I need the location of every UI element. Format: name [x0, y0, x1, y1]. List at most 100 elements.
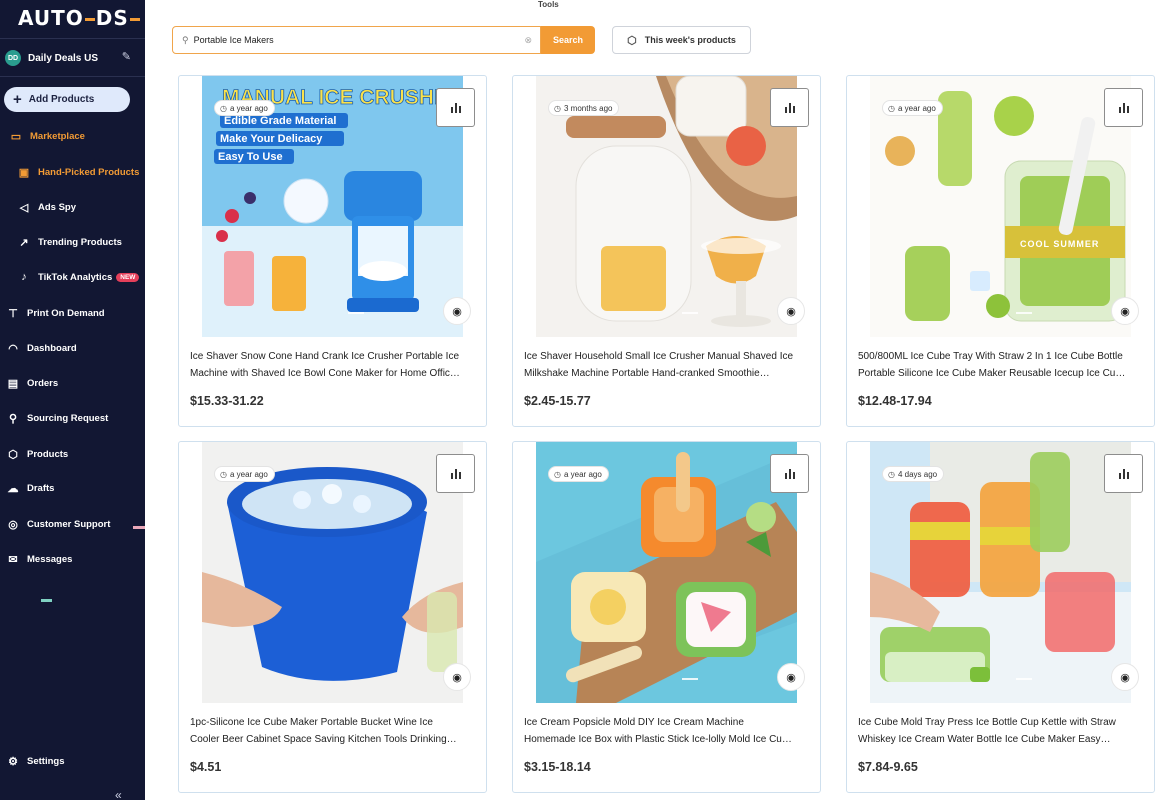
age-badge: ◷ a year ago: [548, 466, 609, 482]
sidebar-item-ads-spy[interactable]: ◁ Ads Spy: [0, 196, 145, 218]
product-price: $3.15-18.14: [524, 760, 591, 774]
trending-chart-icon: ↗: [19, 236, 29, 249]
clear-search-icon[interactable]: ⊗: [524, 35, 532, 46]
clock-icon: ◷: [554, 103, 561, 113]
cube-icon: ⬡: [8, 448, 18, 461]
pencil-icon[interactable]: ✎: [122, 50, 131, 63]
sidebar-item-hand-picked[interactable]: ▣ Hand-Picked Products: [0, 161, 145, 183]
stats-chart-button[interactable]: [1104, 454, 1143, 493]
sidebar-item-dashboard[interactable]: ◠ Dashboard: [0, 337, 145, 359]
stats-chart-button[interactable]: [770, 454, 809, 493]
sidebar-item-support[interactable]: ◎ Customer Support: [0, 513, 145, 535]
stats-chart-button[interactable]: [1104, 88, 1143, 127]
product-price: $12.48-17.94: [858, 394, 932, 408]
sidebar-item-orders[interactable]: ▤ Orders: [0, 372, 145, 394]
product-price: $15.33-31.22: [190, 394, 264, 408]
sidebar-item-products[interactable]: ⬡ Products: [0, 443, 145, 465]
product-title[interactable]: Ice Cube Mold Tray Press Ice Bottle Cup …: [858, 714, 1147, 748]
age-badge: ◷ 3 months ago: [548, 100, 620, 116]
svg-text:COOL SUMMER: COOL SUMMER: [1020, 239, 1099, 249]
sidebar-item-sourcing[interactable]: ⚲ Sourcing Request: [0, 407, 145, 429]
add-products-button[interactable]: + Add Products: [4, 87, 130, 112]
person-search-icon: ⚲: [8, 412, 18, 425]
product-card[interactable]: MANUAL ICE CRUSHER Edible Grade Material…: [178, 75, 487, 427]
product-title[interactable]: Ice Shaver Snow Cone Hand Crank Ice Crus…: [190, 348, 479, 382]
eye-icon[interactable]: ◉: [443, 663, 471, 691]
product-price: $7.84-9.65: [858, 760, 918, 774]
shirt-icon: ⊤: [8, 307, 18, 320]
product-image[interactable]: ◷ a year ago: [536, 442, 797, 703]
document-icon: ▤: [7, 377, 19, 390]
store-selector[interactable]: DD Daily Deals US ✎: [0, 44, 145, 72]
sidebar-item-drafts[interactable]: ☁ Drafts: [0, 477, 145, 499]
sidebar-item-print-on-demand[interactable]: ⊤ Print On Demand: [0, 302, 145, 324]
collapse-sidebar-icon[interactable]: «: [115, 788, 122, 800]
box-icon: ⬡: [627, 34, 637, 47]
stats-chart-button[interactable]: [436, 454, 475, 493]
eye-icon[interactable]: ◉: [443, 297, 471, 325]
mail-icon: ✉: [8, 553, 18, 566]
eye-icon[interactable]: ◉: [777, 297, 805, 325]
clock-icon: ◷: [888, 469, 895, 479]
carousel-indicator[interactable]: [1016, 312, 1032, 314]
product-image[interactable]: ◷ 4 days ago: [870, 442, 1131, 703]
svg-text:Edible Grade Material: Edible Grade Material: [224, 115, 336, 127]
product-card[interactable]: ◷ 3 months ago ◉ Ice Shaver Household Sma…: [512, 75, 821, 427]
stats-chart-button[interactable]: [770, 88, 809, 127]
sidebar-item-tiktok[interactable]: ♪ TikTok Analytics NEW: [0, 266, 145, 288]
product-card[interactable]: COOL SUMMER ◷ a year ago ◉ 500/800ML Ice …: [846, 75, 1155, 427]
eye-icon[interactable]: ◉: [1111, 297, 1139, 325]
product-price: $4.51: [190, 760, 222, 774]
product-card[interactable]: ◷ 4 days ago ◉ Ice Cube Mold Tray Press I…: [846, 441, 1155, 793]
product-image[interactable]: ◷ 3 months ago: [536, 76, 797, 337]
gauge-icon: ◠: [8, 342, 18, 355]
divider: [0, 76, 145, 77]
sidebar-item-trending[interactable]: ↗ Trending Products: [0, 231, 145, 253]
tiktok-icon: ♪: [21, 271, 27, 283]
age-badge: ◷ a year ago: [214, 466, 275, 482]
this-weeks-products-button[interactable]: ⬡ This week's products: [612, 26, 751, 54]
age-badge: ◷ a year ago: [882, 100, 943, 116]
cloud-upload-icon: ☁: [7, 482, 19, 495]
clock-icon: ◷: [220, 103, 227, 113]
product-title[interactable]: 500/800ML Ice Cube Tray With Straw 2 In …: [858, 348, 1147, 382]
page-title: Tools: [538, 0, 559, 9]
carousel-indicator[interactable]: [682, 312, 698, 314]
gift-box-icon: ▣: [18, 166, 30, 179]
stats-chart-button[interactable]: [436, 88, 475, 127]
sidebar-item-marketplace[interactable]: ▭ Marketplace: [0, 125, 145, 147]
eye-icon[interactable]: ◉: [777, 663, 805, 691]
autods-logo[interactable]: AUTO DS: [18, 6, 141, 30]
sidebar-item-messages[interactable]: ✉ Messages: [0, 548, 145, 570]
search-input[interactable]: ⚲ Portable Ice Makers ⊗: [172, 26, 541, 54]
gear-icon: ⚙: [8, 755, 18, 768]
sidebar: AUTO DS DD Daily Deals US ✎ + Add Product…: [0, 0, 145, 800]
divider: [0, 38, 145, 39]
eye-icon[interactable]: ◉: [1111, 663, 1139, 691]
sidebar-item-settings[interactable]: ⚙ Settings: [0, 750, 145, 772]
product-title[interactable]: Ice Cream Popsicle Mold DIY Ice Cream Ma…: [524, 714, 813, 748]
carousel-indicator[interactable]: [682, 678, 698, 680]
svg-text:Easy To Use: Easy To Use: [218, 151, 283, 163]
plus-icon: +: [13, 91, 22, 108]
search-button[interactable]: Search: [541, 26, 595, 54]
decorative-mark: [41, 599, 52, 602]
product-image[interactable]: COOL SUMMER ◷ a year ago: [870, 76, 1131, 337]
product-image[interactable]: ◷ a year ago: [202, 442, 463, 703]
decorative-mark: [133, 526, 145, 529]
carousel-indicator[interactable]: [1016, 678, 1032, 680]
product-card[interactable]: ◷ a year ago ◉ Ice Cream Popsicle Mold DI…: [512, 441, 821, 793]
product-image[interactable]: MANUAL ICE CRUSHER Edible Grade Material…: [202, 76, 463, 337]
search-icon: ⚲: [182, 34, 189, 45]
store-icon: ▭: [10, 130, 22, 143]
megaphone-icon: ◁: [19, 201, 29, 214]
new-badge: NEW: [116, 272, 140, 282]
age-badge: ◷ 4 days ago: [882, 466, 945, 482]
product-title[interactable]: 1pc-Silicone Ice Cube Maker Portable Buc…: [190, 714, 479, 748]
carousel-indicator[interactable]: [348, 312, 364, 314]
headset-icon: ◎: [8, 518, 18, 531]
clock-icon: ◷: [220, 469, 227, 479]
product-card[interactable]: ◷ a year ago ◉ 1pc-Silicone Ice Cube Make…: [178, 441, 487, 793]
age-badge: ◷ a year ago: [214, 100, 275, 116]
product-title[interactable]: Ice Shaver Household Small Ice Crusher M…: [524, 348, 813, 382]
